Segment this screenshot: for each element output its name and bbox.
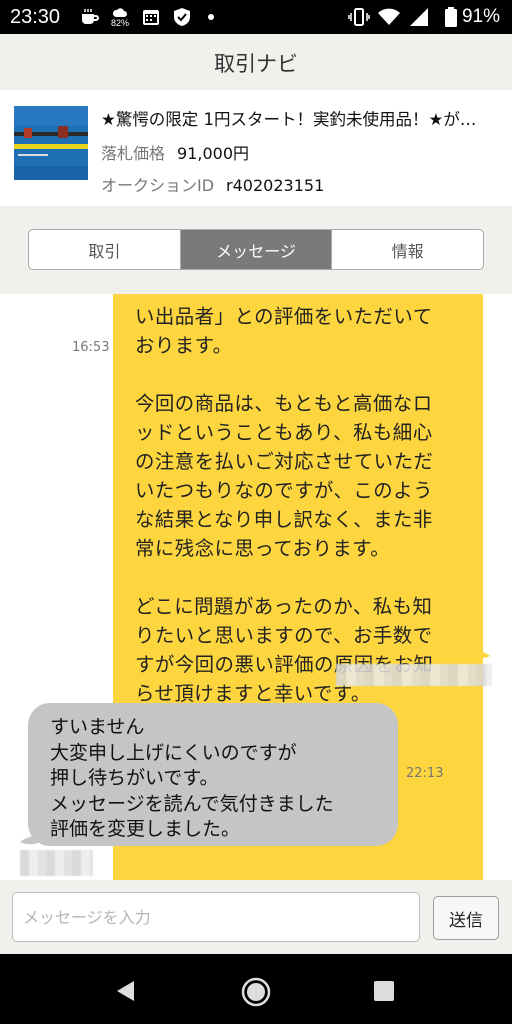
app-header: 取引ナビ bbox=[0, 34, 512, 90]
message-input[interactable] bbox=[12, 892, 420, 942]
incoming-timestamp: 22:13 bbox=[406, 766, 444, 781]
shield-icon bbox=[171, 7, 193, 27]
incoming-bubble-tail bbox=[20, 830, 44, 845]
page-title: 取引ナビ bbox=[214, 52, 298, 76]
incoming-message-bubble: すいません 大変申し上げにくいのですが 押し待ちがいです。 メッセージを読んで気… bbox=[28, 703, 398, 846]
auction-id-value: r402023151 bbox=[226, 176, 325, 195]
item-title[interactable]: ★驚愕の限定 1円スタート！実釣未使用品！★が… bbox=[101, 106, 496, 130]
vibrate-icon bbox=[348, 7, 370, 27]
price-value: 91,000円 bbox=[177, 144, 250, 163]
auction-id-row: オークションID r402023151 bbox=[101, 172, 324, 196]
item-thumbnail[interactable] bbox=[14, 106, 88, 180]
weather-icon: 82% bbox=[108, 3, 132, 31]
outgoing-message-text: い出品者」との評価をいただいて おります。 今回の商品は、もともと高価なロ ッド… bbox=[135, 305, 434, 705]
calendar-icon bbox=[140, 7, 162, 27]
status-bar: 23:30 82% 91% bbox=[0, 0, 512, 34]
outgoing-bubble-tail bbox=[466, 644, 490, 659]
notification-badge: 82% bbox=[110, 18, 129, 28]
tab-group: 取引 メッセージ 情報 bbox=[28, 229, 484, 270]
coffee-icon bbox=[80, 7, 100, 27]
home-icon[interactable] bbox=[238, 974, 274, 1010]
battery-icon bbox=[444, 7, 458, 27]
blurred-avatar bbox=[20, 850, 93, 876]
dot-icon bbox=[207, 7, 215, 27]
outgoing-timestamp: 16:53 bbox=[72, 340, 110, 355]
blurred-sender-info bbox=[336, 664, 492, 686]
recents-icon[interactable] bbox=[369, 976, 399, 1006]
tab-messages[interactable]: メッセージ bbox=[180, 230, 333, 269]
tab-transaction[interactable]: 取引 bbox=[29, 230, 181, 269]
battery-percent: 91% bbox=[461, 6, 500, 27]
price-row: 落札価格 91,000円 bbox=[101, 140, 249, 164]
back-icon[interactable] bbox=[110, 976, 140, 1006]
incoming-message-text: すいません 大変申し上げにくいのですが 押し待ちがいです。 メッセージを読んで気… bbox=[50, 716, 334, 840]
wifi-icon bbox=[377, 7, 401, 27]
message-thread[interactable]: 16:53 い出品者」との評価をいただいて おります。 今回の商品は、もともと高… bbox=[0, 294, 512, 880]
signal-icon bbox=[408, 7, 430, 27]
price-label: 落札価格 bbox=[101, 144, 166, 163]
send-button[interactable]: 送信 bbox=[433, 896, 499, 940]
tab-info[interactable]: 情報 bbox=[332, 230, 483, 269]
auction-id-label: オークションID bbox=[101, 176, 215, 195]
clock: 23:30 bbox=[10, 6, 61, 28]
system-nav-bar bbox=[0, 954, 512, 1024]
